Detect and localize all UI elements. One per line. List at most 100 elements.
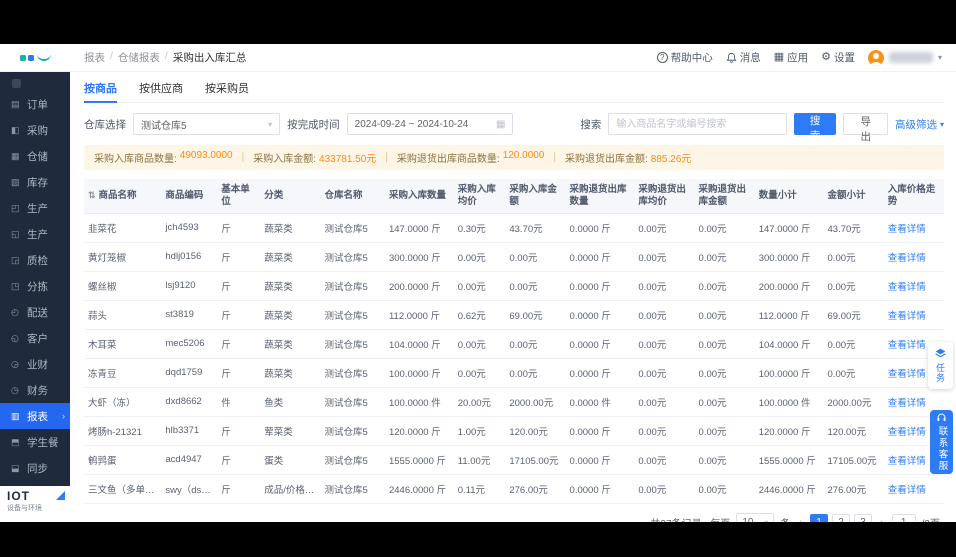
breadcrumb-item[interactable]: 仓储报表 [118,50,160,65]
table-cell: 2000.00元 [824,387,884,416]
sidebar-item-customer[interactable]: ◵客户 [0,325,70,351]
search-button[interactable]: 搜索 [794,113,837,135]
per-page-label: 每页 [710,515,730,522]
warehouse-select[interactable]: 测试仓库5 ▾ [133,113,280,135]
sidebar-collapse-icon[interactable] [12,79,21,88]
logo-mark-blue [28,55,34,61]
view-detail-link[interactable]: 查看详情 [888,398,926,409]
messages-button[interactable]: 消息 [726,50,761,65]
table-cell: 17105.00元 [505,445,565,474]
settings-button[interactable]: ⚙ 设置 [821,50,855,65]
table-cell: 斤 [217,300,260,329]
view-detail-link[interactable]: 查看详情 [888,311,926,322]
table-cell: 147.0000 斤 [385,213,454,242]
view-detail-link[interactable]: 查看详情 [888,485,926,496]
chevron-down-icon: ▾ [764,518,768,522]
help-center-button[interactable]: ? 帮助中心 [657,50,713,65]
view-detail-link[interactable]: 查看详情 [888,340,926,351]
column-header: 基本单位 [217,179,260,213]
sidebar-item-production[interactable]: ◰生产 [0,195,70,221]
table-cell: 120.00元 [505,416,565,445]
table-cell: 69.00元 [824,300,884,329]
table-cell: 测试仓库5 [320,242,385,271]
column-header: 采购退货出库均价 [634,179,694,213]
page-button-2[interactable]: 2 [832,514,850,522]
table-cell: dqd1759 [161,358,217,387]
page-button-3[interactable]: 3 [854,514,872,522]
column-filter-icon[interactable]: ⇅ [88,190,96,200]
breadcrumb-item[interactable]: 报表 [84,50,105,65]
table-row: 蒜头st3819斤蔬菜类测试仓库5112.0000 斤0.62元69.00元0.… [84,300,944,329]
summary-value: 433781.50元 [319,150,376,165]
sidebar-item-sync[interactable]: ⬓同步 [0,455,70,481]
table-cell: 120.00元 [824,416,884,445]
table-cell: dxd8662 [161,387,217,416]
next-page-button[interactable]: › [878,517,886,522]
tab-按商品[interactable]: 按商品 [84,80,117,96]
page-button-1[interactable]: 1 [810,514,828,522]
table-cell-action: 查看详情 [884,242,944,271]
sidebar-item-quality[interactable]: ◲ 质检 [0,247,70,273]
bell-icon [726,52,737,63]
table-cell: 0.00元 [634,300,694,329]
apps-button[interactable]: ▦ 应用 [774,50,808,65]
iot-logo: IOT 设备与环境 [0,486,70,522]
table-cell: 0.00元 [695,387,755,416]
prev-page-button[interactable]: ‹ [796,517,804,522]
sidebar-item-label: 客户 [27,331,48,346]
export-button[interactable]: 导出 [843,113,888,135]
table-cell: 0.00元 [695,242,755,271]
tab-按供应商[interactable]: 按供应商 [139,80,183,96]
sidebar-item-sorting[interactable]: ◳分拣 [0,273,70,299]
sidebar-item-student-meal[interactable]: ⬒学生餐 [0,429,70,455]
table-cell: 0.00元 [634,242,694,271]
sidebar-item-production-2[interactable]: ◱生产 [0,221,70,247]
table-cell: 0.00元 [634,474,694,503]
advanced-filter-link[interactable]: 高级筛选 ▾ [895,117,944,132]
support-float-button[interactable]: 联系客服 [930,410,953,474]
table-cell: lsj9120 [161,271,217,300]
table-cell: 韭菜花 [84,213,161,242]
tab-按采购员[interactable]: 按采购员 [205,80,249,96]
sidebar-item-purchase[interactable]: ◧采购 [0,117,70,143]
sidebar-item-biz-finance[interactable]: ◶业财 [0,351,70,377]
table-cell: 冻青豆 [84,358,161,387]
view-detail-link[interactable]: 查看详情 [888,282,926,293]
sidebar-item-label: 同步 [27,461,48,476]
table-cell: 0.00元 [505,242,565,271]
sidebar-item-report[interactable]: ▥报表› [0,403,70,429]
sidebar-item-label: 质检 [27,253,48,268]
warehouse-select-label: 仓库选择 [84,117,126,132]
view-detail-link[interactable]: 查看详情 [888,456,926,467]
app-logo [0,54,70,61]
sidebar-item-label: 生产 [27,201,48,216]
view-detail-link[interactable]: 查看详情 [888,224,926,235]
view-detail-link[interactable]: 查看详情 [888,369,926,380]
sidebar-item-order[interactable]: ▤ 订单 [0,91,70,117]
column-header: 商品编码 [161,179,217,213]
inventory-icon: ▧ [11,177,22,188]
sidebar-item-label: 订单 [27,97,48,112]
table-cell: 测试仓库5 [320,300,385,329]
view-detail-link[interactable]: 查看详情 [888,253,926,264]
sidebar-item-finance[interactable]: ◷财务 [0,377,70,403]
summary-separator: | [385,152,388,163]
table-cell: 2446.0000 斤 [755,474,824,503]
sidebar-item-delivery[interactable]: ◴配送 [0,299,70,325]
sidebar-item-inventory[interactable]: ▧库存 [0,169,70,195]
table-cell: 120.0000 斤 [755,416,824,445]
order-icon: ▤ [11,99,22,110]
table-row: 黄灯笼椒hdlj0156斤蔬菜类测试仓库5300.0000 斤0.00元0.00… [84,242,944,271]
breadcrumb-separator: / [110,50,113,65]
table-cell: 276.00元 [824,474,884,503]
user-menu[interactable]: ▾ [868,50,942,66]
search-input[interactable] [608,113,786,135]
view-detail-link[interactable]: 查看详情 [888,427,926,438]
per-page-select[interactable]: 10 ▾ [736,513,774,522]
page-jump-input[interactable] [892,514,916,522]
quality-check-icon: ◲ [11,255,22,266]
task-float-button[interactable]: 任务 [928,342,953,389]
table-cell: 0.00元 [824,329,884,358]
date-range-picker[interactable]: 2024-09-24 ~ 2024-10-24 ▦ [347,113,514,135]
sidebar-item-storage[interactable]: ▦仓储 [0,143,70,169]
